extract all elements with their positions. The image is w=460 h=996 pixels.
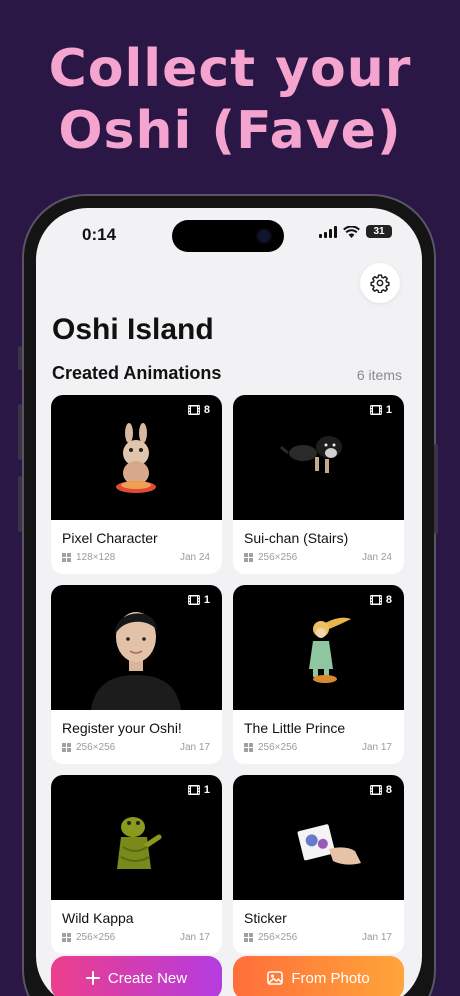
animation-card[interactable]: 1 Wild Kappa 256×256 Jan 17: [51, 775, 222, 954]
card-date: Jan 17: [179, 742, 210, 753]
frame-count: 8: [385, 594, 392, 606]
film-icon: [187, 405, 200, 415]
animation-card[interactable]: 8 Sticker 256×256 Jan 17: [233, 775, 404, 954]
frame-count: 1: [203, 594, 210, 606]
animation-card[interactable]: 1 Register your Oshi! 256×256 Jan 17: [51, 585, 222, 764]
card-date: Jan 24: [179, 552, 210, 563]
signal-icon: [319, 225, 337, 238]
status-time: 0:14: [82, 225, 117, 244]
promo-headline-line1: Collect your: [48, 39, 412, 99]
promo-headline: Collect your Oshi (Fave): [0, 38, 460, 162]
card-title: Sui-chan (Stairs): [244, 530, 349, 546]
item-count: 6 items: [356, 367, 402, 383]
animation-grid: 8 Pixel Character 128×128 Jan 24 1 Sui-c…: [51, 395, 405, 954]
power-button: [434, 444, 438, 534]
image-icon: [267, 971, 284, 985]
bottom-action-bar: Create New From Photo: [51, 956, 405, 996]
frame-count-badge: 1: [187, 594, 210, 606]
from-photo-button[interactable]: From Photo: [233, 956, 404, 996]
card-resolution: 256×256: [62, 932, 115, 943]
frame-count: 8: [385, 784, 392, 796]
battery-icon: 31: [366, 225, 392, 238]
card-thumbnail: 8: [233, 585, 404, 710]
animation-card[interactable]: 1 Sui-chan (Stairs) 256×256 Jan 24: [233, 395, 404, 574]
card-title: Register your Oshi!: [62, 720, 182, 736]
card-resolution: 256×256: [244, 552, 297, 563]
card-resolution: 128×128: [62, 552, 115, 563]
card-resolution: 256×256: [244, 932, 297, 943]
gear-icon: [370, 274, 390, 293]
frame-count-badge: 8: [369, 784, 392, 796]
card-meta: 256×256 Jan 17: [233, 736, 404, 753]
resolution-text: 256×256: [76, 932, 116, 943]
action-button: [18, 346, 22, 370]
from-photo-label: From Photo: [291, 969, 370, 987]
film-icon: [187, 785, 200, 795]
frame-count-badge: 1: [187, 784, 210, 796]
page-title: Oshi Island: [52, 313, 214, 346]
card-date: Jan 24: [361, 552, 392, 563]
frame-count-badge: 8: [187, 404, 210, 416]
film-icon: [369, 595, 382, 605]
wifi-icon: [343, 225, 360, 238]
promo-headline-line2: Oshi (Fave): [58, 101, 402, 161]
film-icon: [369, 405, 382, 415]
card-title: Wild Kappa: [62, 910, 134, 926]
settings-button[interactable]: [360, 263, 400, 303]
card-resolution: 256×256: [62, 742, 115, 753]
card-thumbnail: 1: [51, 585, 222, 710]
frame-count-badge: 1: [369, 404, 392, 416]
animation-card[interactable]: 8 Pixel Character 128×128 Jan 24: [51, 395, 222, 574]
resolution-text: 256×256: [76, 742, 116, 753]
volume-down-button: [18, 476, 22, 532]
create-new-button[interactable]: Create New: [51, 956, 222, 996]
card-meta: 128×128 Jan 24: [51, 546, 222, 563]
app-screen: 0:14 31 Oshi Island Created Animations 6…: [36, 208, 422, 996]
animation-card[interactable]: 8 The Little Prince 256×256 Jan 17: [233, 585, 404, 764]
film-icon: [369, 785, 382, 795]
create-new-label: Create New: [107, 969, 188, 987]
card-meta: 256×256 Jan 17: [233, 926, 404, 943]
grid-icon: [62, 553, 71, 562]
card-thumbnail: 8: [233, 775, 404, 900]
film-icon: [187, 595, 200, 605]
frame-count-badge: 8: [369, 594, 392, 606]
card-date: Jan 17: [361, 932, 392, 943]
status-icons: 31: [319, 225, 392, 238]
section-title: Created Animations: [52, 363, 222, 383]
card-date: Jan 17: [179, 932, 210, 943]
resolution-text: 256×256: [258, 742, 298, 753]
card-thumbnail: 1: [51, 775, 222, 900]
card-thumbnail: 1: [233, 395, 404, 520]
grid-icon: [62, 743, 71, 752]
grid-icon: [244, 743, 253, 752]
card-title: Sticker: [244, 910, 287, 926]
frame-count: 1: [385, 404, 392, 416]
card-meta: 256×256 Jan 17: [51, 736, 222, 753]
card-date: Jan 17: [361, 742, 392, 753]
grid-icon: [244, 933, 253, 942]
card-meta: 256×256 Jan 24: [233, 546, 404, 563]
dynamic-island: [172, 220, 284, 252]
frame-count: 8: [203, 404, 210, 416]
card-title: The Little Prince: [244, 720, 346, 736]
grid-icon: [244, 553, 253, 562]
volume-up-button: [18, 404, 22, 460]
card-meta: 256×256 Jan 17: [51, 926, 222, 943]
card-title: Pixel Character: [62, 530, 158, 546]
plus-icon: [85, 971, 100, 985]
resolution-text: 256×256: [258, 932, 298, 943]
grid-icon: [62, 933, 71, 942]
resolution-text: 128×128: [76, 552, 116, 563]
resolution-text: 256×256: [258, 552, 298, 563]
card-thumbnail: 8: [51, 395, 222, 520]
frame-count: 1: [203, 784, 210, 796]
card-resolution: 256×256: [244, 742, 297, 753]
